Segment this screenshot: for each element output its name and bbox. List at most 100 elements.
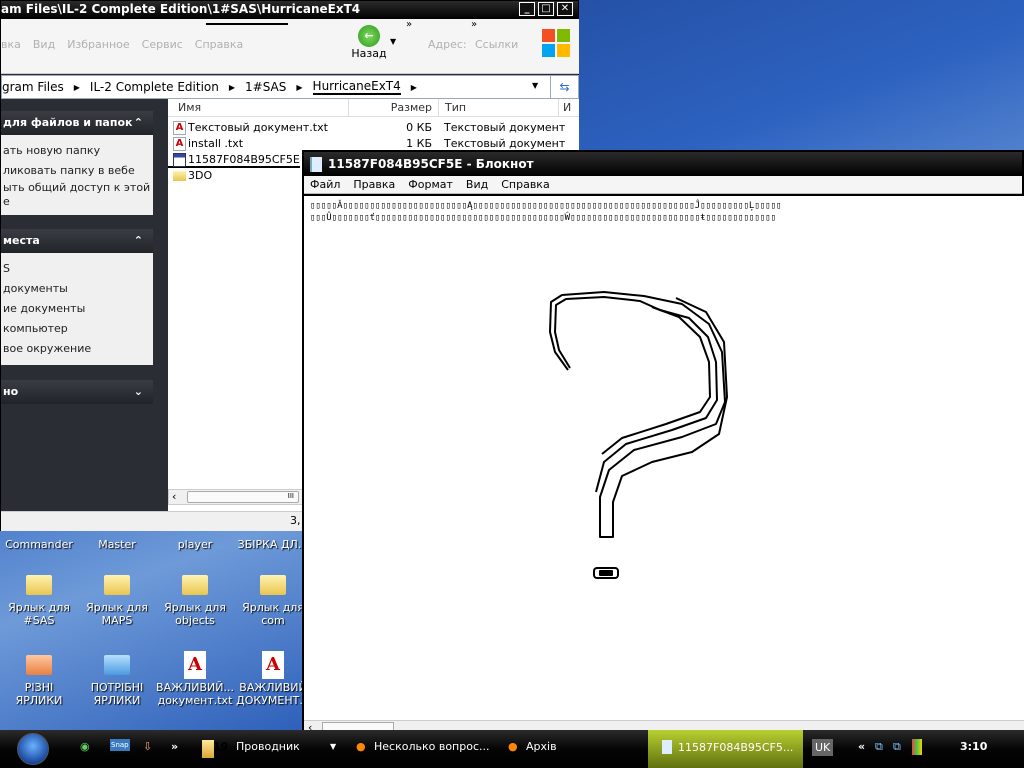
links-label[interactable]: Ссылки: [475, 38, 518, 51]
explorer-toolbar: вка Вид Избранное Сервис Справка ← Назад…: [1, 19, 579, 74]
app-file-icon: [173, 153, 186, 167]
panel-title: для файлов и папок: [3, 116, 133, 129]
desktop-shortcut-com[interactable]: Ярлык для com: [234, 575, 312, 627]
column-type[interactable]: Тип: [438, 99, 558, 116]
file-name: 3DO: [188, 169, 213, 182]
breadcrumb-item[interactable]: IL-2 Complete Edition: [90, 80, 219, 94]
task-link[interactable]: ыть общий доступ к этой: [3, 181, 151, 195]
taskbar-label: Несколько вопрос...: [374, 740, 490, 753]
minimize-button[interactable]: _: [519, 2, 535, 16]
taskbar-explorer-group[interactable]: 19 Проводник ▼: [196, 734, 346, 764]
panel-title: но: [3, 385, 19, 398]
network-tray-icon[interactable]: ⧉: [875, 740, 883, 754]
menu-tools[interactable]: Сервис: [142, 38, 183, 51]
collapse-icon[interactable]: ⌃: [134, 111, 143, 135]
panel-body: ать новую папку ликовать папку в вебе ыт…: [1, 135, 153, 215]
scrollbar-thumb[interactable]: III: [187, 491, 299, 503]
folder-shortcut-icon: [104, 575, 130, 595]
windows-logo-icon: [542, 29, 572, 59]
task-link[interactable]: ликовать папку в вебе: [3, 161, 151, 181]
question-mark-inner: [554, 296, 718, 493]
menu-view[interactable]: Вид: [33, 38, 55, 51]
underline-mark: [206, 23, 288, 25]
notepad-icon: [662, 740, 672, 754]
tray-expand-icon[interactable]: «: [858, 740, 865, 753]
file-type: Текстовый документ: [444, 121, 566, 134]
place-link[interactable]: вое окружение: [3, 339, 151, 359]
dropdown-icon[interactable]: ▼: [330, 742, 336, 751]
clock[interactable]: 3:10: [960, 740, 987, 753]
refresh-icon[interactable]: ⇆: [550, 76, 578, 98]
breadcrumb-item[interactable]: HurricaneExT4: [312, 79, 401, 95]
desktop-folder-potribni[interactable]: ПОТРІБНІ ЯРЛИКИ: [78, 655, 156, 707]
folder-shortcut-icon: [182, 575, 208, 595]
folder-shortcut-icon: [260, 575, 286, 595]
horizontal-scrollbar[interactable]: ‹ III: [168, 489, 303, 505]
taskbar-label: Архів: [526, 740, 557, 753]
language-indicator[interactable]: UK: [812, 739, 834, 756]
chevron-more-icon[interactable]: »: [171, 740, 178, 753]
panel-body: S документы ие документы компьютер вое о…: [1, 253, 153, 365]
desktop-doc-vazhlyvyi-2[interactable]: A ВАЖЛИВИЙ ДОКУМЕНТ...: [234, 651, 312, 707]
tray-app-icon[interactable]: [912, 739, 922, 755]
maximize-button[interactable]: □: [538, 2, 554, 16]
menu-edit[interactable]: вка: [1, 38, 21, 51]
download-icon[interactable]: ⇩: [143, 740, 152, 753]
desktop-icon-total-commander[interactable]: Commander: [0, 538, 78, 551]
column-size[interactable]: Размер: [348, 99, 438, 116]
folder-icon: [26, 655, 52, 675]
column-name[interactable]: Имя: [168, 99, 348, 116]
taskbar-notepad-active[interactable]: 11587F084B95CF5...: [648, 730, 803, 768]
desktop-folder-rizni[interactable]: РІЗНІ ЯРЛИКИ: [0, 655, 78, 707]
desktop-icon-player[interactable]: player: [156, 538, 234, 551]
folder-icon: [104, 655, 130, 675]
breadcrumb-item[interactable]: 1#SAS: [245, 80, 286, 94]
desktop-icon-zbirka[interactable]: ЗБІРКА ДЛ...: [234, 538, 312, 551]
place-link[interactable]: компьютер: [3, 319, 151, 339]
place-link[interactable]: S: [3, 259, 151, 279]
task-link[interactable]: ать новую папку: [3, 141, 151, 161]
quicklaunch-app-icon[interactable]: Snap: [110, 739, 130, 751]
window-count: 19: [213, 740, 229, 753]
menu-help[interactable]: Справка: [195, 38, 243, 51]
taskbar-firefox-1[interactable]: ● Несколько вопрос...: [350, 734, 500, 764]
panel-header[interactable]: но ⌄: [1, 380, 153, 404]
network-tray-icon[interactable]: ⧉: [893, 740, 901, 754]
desktop-shortcut-sas[interactable]: Ярлык для #SAS: [0, 575, 78, 627]
task-link[interactable]: е: [3, 195, 151, 209]
explorer-title-bar[interactable]: am Files\IL-2 Complete Edition\1#SAS\Hur…: [1, 1, 578, 19]
breadcrumb-item[interactable]: gram Files: [2, 80, 64, 94]
notepad-window: 11587F084B95CF5E - Блокнот Файл Правка Ф…: [302, 150, 1024, 735]
address-bar[interactable]: gram Files ▶ IL-2 Complete Edition ▶ 1#SAS…: [1, 75, 579, 99]
taskbar-label: 11587F084B95CF5...: [678, 741, 794, 754]
scroll-left-icon[interactable]: ‹: [172, 490, 176, 503]
taskbar-firefox-2[interactable]: ● Архів: [502, 734, 642, 764]
desktop-doc-vazhlyvyi[interactable]: A ВАЖЛИВИЙ... документ.txt: [156, 651, 234, 707]
chevron-more-icon[interactable]: »: [471, 19, 477, 30]
collapse-icon[interactable]: ⌃: [134, 229, 143, 253]
close-button[interactable]: ✕: [557, 2, 573, 16]
menu-favorites[interactable]: Избранное: [67, 38, 129, 51]
chevron-more-icon[interactable]: »: [406, 19, 412, 30]
desktop-shortcut-maps[interactable]: Ярлык для MAPS: [78, 575, 156, 627]
desktop-shortcut-objects[interactable]: Ярлык для objects: [156, 575, 234, 627]
address-dropdown-icon[interactable]: ▼: [532, 81, 538, 90]
place-link[interactable]: ие документы: [3, 299, 151, 319]
desktop-icon-download-master[interactable]: Master: [78, 538, 156, 551]
file-name: 11587F084B95CF5E: [188, 153, 300, 166]
start-button[interactable]: [17, 733, 49, 765]
text-doc-icon: A: [262, 651, 284, 679]
place-link[interactable]: документы: [3, 279, 151, 299]
task-pane: для файлов и папок ⌃ ать новую папку лико…: [1, 99, 167, 511]
panel-header[interactable]: для файлов и папок ⌃: [1, 111, 153, 135]
network-icon[interactable]: ◉: [80, 740, 90, 753]
panel-header[interactable]: места ⌃: [1, 229, 153, 253]
firefox-icon: ●: [356, 740, 366, 753]
file-name: install .txt: [188, 137, 244, 150]
back-button[interactable]: ← Назад: [344, 21, 394, 60]
expand-icon[interactable]: ⌄: [134, 380, 143, 404]
back-dropdown-icon[interactable]: ▼: [390, 37, 396, 46]
firefox-icon: ●: [508, 740, 518, 753]
column-extra[interactable]: И: [558, 99, 571, 116]
file-row[interactable]: A Текстовый документ.txt 0 КБ Текстовый д…: [168, 120, 579, 136]
